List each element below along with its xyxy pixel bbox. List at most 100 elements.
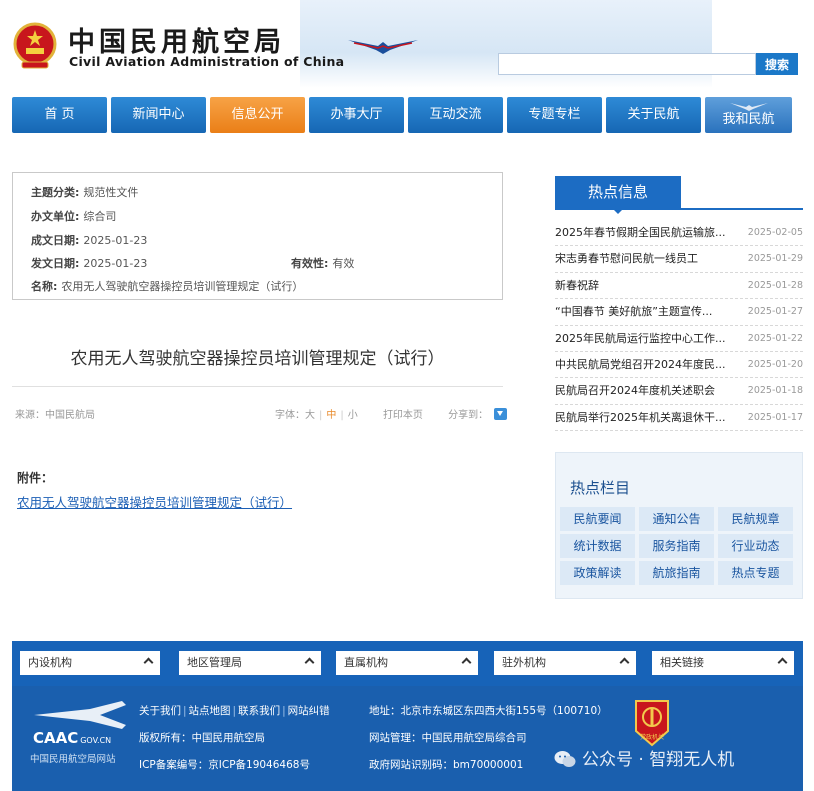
footer-link-report-error[interactable]: 网站纠错 (288, 705, 330, 717)
caac-logo-subtitle: 中国民用航空局网站 (30, 754, 116, 765)
hot-info-item-date: 2025-02-05 (747, 227, 803, 238)
hot-info-item-date: 2025-01-20 (747, 358, 803, 370)
footer-copyright: 版权所有：中国民用航空局 (139, 732, 265, 744)
article-source: 来源：中国民航局 (15, 410, 95, 421)
national-emblem-icon (13, 22, 57, 69)
column-link-caac-news[interactable]: 民航要闻 (560, 507, 635, 531)
meta-issued-row: 发文日期: 2025-01-23 (31, 255, 147, 271)
attachment-link[interactable]: 农用无人驾驶航空器操控员培训管理规定（试行） (17, 492, 292, 511)
hot-info-item-title[interactable]: 新春祝辞 (555, 273, 731, 299)
meta-name-row: 名称: 农用无人驾驶航空器操控员培训管理规定（试行） (31, 278, 303, 294)
font-size-large[interactable]: 大 (305, 410, 315, 421)
footer-select-label: 地区管理局 (187, 656, 242, 669)
nav-item-interaction[interactable]: 互动交流 (408, 97, 503, 133)
meta-unit-value: 综合司 (83, 210, 117, 223)
caac-plane-logo-icon (34, 701, 126, 729)
chevron-up-icon (304, 657, 315, 668)
hot-info-item-title[interactable]: 2025年春节假期全国民航运输旅... (555, 220, 731, 246)
nav-item-news[interactable]: 新闻中心 (111, 97, 206, 133)
meta-created-value: 2025-01-23 (83, 234, 148, 247)
column-link-travel-guide[interactable]: 航旅指南 (639, 561, 714, 585)
nav-item-info-disclosure[interactable]: 信息公开 (210, 97, 305, 133)
footer-select-label: 直属机构 (344, 656, 388, 669)
meta-topic-label: 主题分类: (31, 186, 80, 199)
footer-site-id: 政府网站识别码：bm70000001 (369, 759, 524, 771)
chevron-up-icon (461, 657, 472, 668)
footer-select-regional-bureaus[interactable]: 地区管理局 (179, 651, 321, 675)
share-dropdown-icon[interactable] (494, 408, 508, 420)
search-button[interactable]: 搜索 (756, 53, 798, 75)
main-nav: 首 页 新闻中心 信息公开 办事大厅 互动交流 专题专栏 关于民航 我和民航 (12, 97, 792, 133)
column-link-industry-news[interactable]: 行业动态 (718, 534, 793, 558)
nav-item-home[interactable]: 首 页 (12, 97, 107, 133)
hot-info-item[interactable]: 2025年民航局运行监控中心工作... 2025-01-22 (555, 326, 803, 352)
column-link-service-guide[interactable]: 服务指南 (639, 534, 714, 558)
meta-name-value: 农用无人驾驶航空器操控员培训管理规定（试行） (61, 280, 304, 293)
hot-info-list: 2025年春节假期全国民航运输旅... 2025-02-05 宋志勇春节慰问民航一… (555, 220, 803, 432)
footer-select-related-links[interactable]: 相关链接 (652, 651, 794, 675)
caac-wing-logo-icon (348, 40, 418, 54)
hot-info-item-title[interactable]: 民航局举行2025年机关离退休干... (555, 405, 731, 431)
print-link[interactable]: 打印本页 (383, 410, 423, 421)
footer-link-contact[interactable]: 联系我们 (238, 705, 280, 717)
footer-icp[interactable]: ICP备案编号：京ICP备19046468号 (139, 757, 310, 772)
site-title-en: Civil Aviation Administration of China (69, 54, 345, 69)
chevron-up-icon (619, 657, 630, 668)
hot-info-item-title[interactable]: 宋志勇春节慰问民航一线员工 (555, 246, 731, 272)
title-divider (12, 386, 503, 387)
hot-info-item-title[interactable]: “中国春节 美好航旅”主题宣传... (555, 299, 731, 325)
hot-info-item[interactable]: 2025年春节假期全国民航运输旅... 2025-02-05 (555, 220, 803, 247)
column-link-hot-topics[interactable]: 热点专题 (718, 561, 793, 585)
hot-info-item-date: 2025-01-17 (747, 411, 803, 423)
nav-item-label: 我和民航 (722, 112, 775, 127)
footer-links: 关于我们 | 站点地图 | 联系我们 | 网站纠错 (139, 705, 330, 717)
nav-item-topics[interactable]: 专题专栏 (507, 97, 602, 133)
party-government-badge-icon[interactable]: 党政机关 (632, 699, 672, 747)
wechat-watermark: 公众号 · 智翔无人机 (554, 745, 734, 770)
meta-name-label: 名称: (31, 280, 58, 293)
hot-info-item-date: 2025-01-22 (747, 332, 803, 344)
article-title: 农用无人驾驶航空器操控员培训管理规定（试行） (70, 349, 445, 369)
footer-link-about[interactable]: 关于我们 (139, 705, 181, 717)
nav-item-me-and-caac[interactable]: 我和民航 (705, 97, 792, 133)
hot-info-item-title[interactable]: 民航局召开2024年度机关述职会 (555, 378, 731, 404)
search-input[interactable] (498, 53, 756, 75)
chevron-up-icon (777, 657, 788, 668)
column-link-notices[interactable]: 通知公告 (639, 507, 714, 531)
footer-select-affiliated-institutions[interactable]: 直属机构 (336, 651, 478, 675)
hot-info-item[interactable]: 民航局举行2025年机关离退休干... 2025-01-17 (555, 405, 803, 432)
meta-issued-value: 2025-01-23 (83, 257, 148, 270)
font-size-medium[interactable]: 中 (326, 410, 336, 421)
meta-created-label: 成文日期: (31, 234, 80, 247)
footer-select-label: 相关链接 (660, 656, 704, 669)
meta-created-row: 成文日期: 2025-01-23 (31, 232, 147, 248)
footer-select-label: 内设机构 (28, 656, 72, 669)
hot-info-item-date: 2025-01-27 (747, 306, 803, 318)
hot-info-item[interactable]: “中国春节 美好航旅”主题宣传... 2025-01-27 (555, 299, 803, 326)
meta-unit-row: 办文单位: 综合司 (31, 208, 116, 224)
nav-item-about[interactable]: 关于民航 (606, 97, 701, 133)
font-size-small[interactable]: 小 (348, 410, 358, 421)
hot-info-divider (555, 208, 803, 210)
meta-topic-value: 规范性文件 (83, 186, 139, 199)
column-link-policy-interpretation[interactable]: 政策解读 (560, 561, 635, 585)
hot-info-item[interactable]: 宋志勇春节慰问民航一线员工 2025-01-29 (555, 246, 803, 273)
hot-info-item[interactable]: 民航局召开2024年度机关述职会 2025-01-18 (555, 378, 803, 405)
hot-info-item[interactable]: 中共民航局党组召开2024年度民... 2025-01-20 (555, 352, 803, 379)
footer-link-sitemap[interactable]: 站点地图 (189, 705, 231, 717)
column-link-regulations[interactable]: 民航规章 (718, 507, 793, 531)
hot-info-item[interactable]: 新春祝辞 2025-01-28 (555, 273, 803, 300)
hot-info-item-title[interactable]: 中共民航局党组召开2024年度民... (555, 352, 731, 378)
hot-info-item-date: 2025-01-28 (747, 279, 803, 291)
hot-info-item-title[interactable]: 2025年民航局运行监控中心工作... (555, 326, 731, 352)
column-link-statistics[interactable]: 统计数据 (560, 534, 635, 558)
hot-info-item-date: 2025-01-18 (747, 385, 803, 397)
hot-info-item-date: 2025-01-29 (747, 253, 803, 265)
meta-unit-label: 办文单位: (31, 210, 80, 223)
footer-select-internal-departments[interactable]: 内设机构 (20, 651, 160, 675)
meta-validity-row: 有效性: 有效 (291, 255, 354, 271)
meta-topic-row: 主题分类: 规范性文件 (31, 184, 138, 200)
nav-item-service-hall[interactable]: 办事大厅 (309, 97, 404, 133)
footer-select-overseas-offices[interactable]: 驻外机构 (494, 651, 636, 675)
meta-issued-label: 发文日期: (31, 257, 80, 270)
